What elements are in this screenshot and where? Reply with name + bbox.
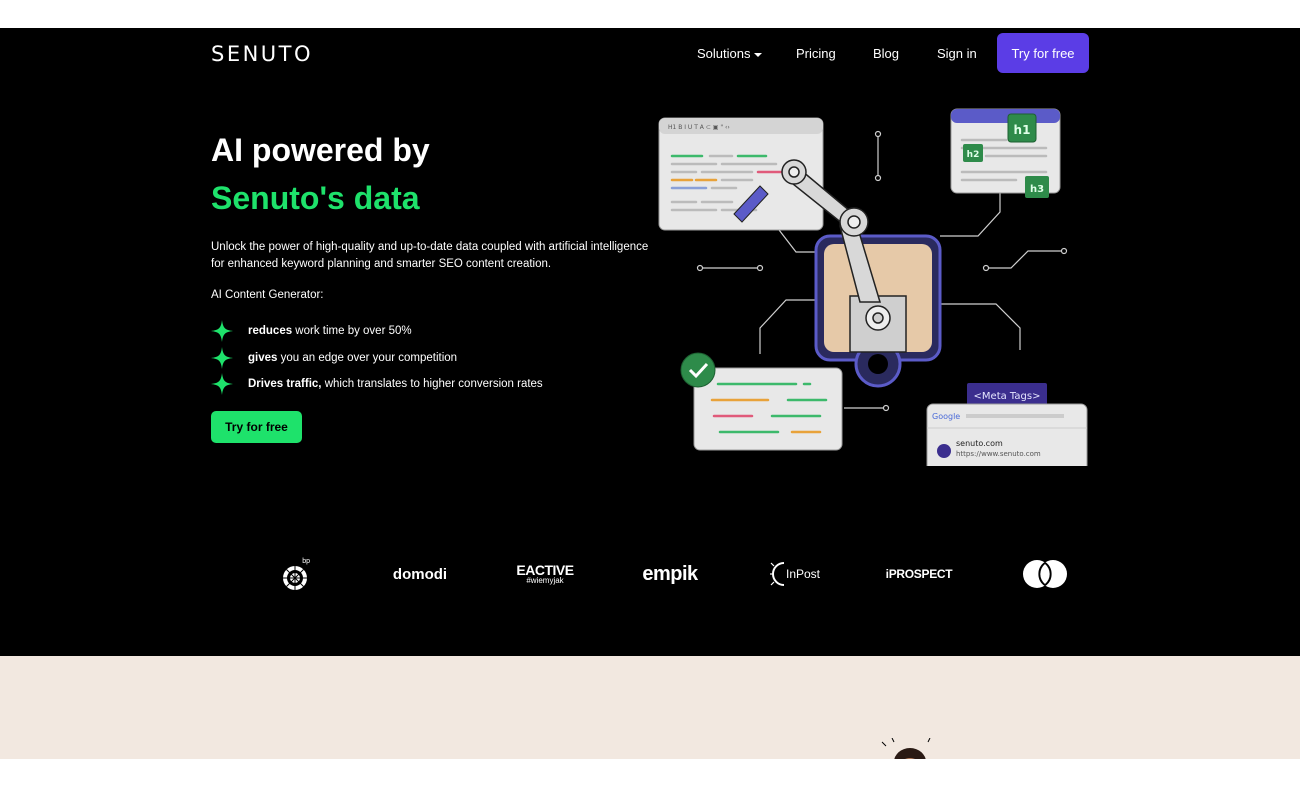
google-label: Google [932, 412, 960, 421]
benefit-text: gives you an edge over your competition [248, 351, 458, 364]
h2-tag: h2 [967, 150, 980, 160]
bp-sunflower-icon [283, 565, 307, 590]
serp-title: senuto.com [956, 439, 1003, 448]
client-logos: bp domodi EACTIVE #wiemyjak empik InPost… [0, 556, 1300, 596]
hero-sublabel: AI Content Generator: [211, 289, 324, 301]
person-photo [881, 738, 931, 759]
next-section-band [0, 656, 1300, 759]
benefit-item: gives you an edge over your competition [211, 345, 543, 372]
sparkle-icon [211, 373, 233, 396]
top-nav: SENUTO Solutions Pricing Blog Sign in Tr… [0, 28, 1300, 80]
nav-try-for-free-button[interactable]: Try for free [997, 33, 1089, 73]
domodi-logo: domodi [392, 565, 448, 583]
inpost-sun-icon [769, 562, 785, 586]
svg-text:H1 B I U T A ⊂ ▣ " ‹›: H1 B I U T A ⊂ ▣ " ‹› [668, 124, 730, 131]
nav-blog[interactable]: Blog [873, 46, 899, 61]
eactive-label: EACTIVE [516, 562, 574, 578]
benefit-item: Drives traffic, which translates to high… [211, 371, 543, 398]
hero-lead-text: Unlock the power of high-quality and up-… [211, 241, 649, 270]
chevron-down-icon [754, 52, 763, 57]
page: SENUTO Solutions Pricing Blog Sign in Tr… [0, 0, 1300, 788]
nav-sign-in[interactable]: Sign in [937, 46, 977, 61]
meta-tags-label: <Meta Tags> [974, 391, 1041, 402]
hero-title-line1: AI powered by [211, 132, 430, 168]
hero-title-line2: Senuto's data [211, 180, 420, 216]
nav-solutions-label: Solutions [697, 46, 751, 61]
benefit-text: Drives traffic, which translates to high… [248, 378, 543, 391]
h1-tag: h1 [1014, 123, 1031, 137]
hero-section: SENUTO Solutions Pricing Blog Sign in Tr… [0, 28, 1300, 656]
bp-label: bp [302, 557, 310, 565]
mastercard-circles-icon [1023, 560, 1067, 588]
hero-try-for-free-button[interactable]: Try for free [211, 411, 302, 443]
sparkle-icon [211, 320, 233, 343]
iprospect-logo: iPROSPECT [885, 567, 953, 581]
sparkle-icon [211, 346, 233, 369]
inpost-label: InPost [785, 567, 821, 581]
benefit-text: reduces work time by over 50% [248, 325, 412, 338]
eactive-tag: #wiemyjak [526, 576, 564, 585]
ai-robot-illustration: H1 B I U T A ⊂ ▣ " ‹› h1 h2 h3 <Meta Tag… [658, 108, 1088, 466]
empik-logo: empik [642, 562, 698, 585]
senuto-logo[interactable]: SENUTO [211, 42, 313, 66]
h3-tag: h3 [1030, 184, 1044, 195]
nav-pricing[interactable]: Pricing [796, 46, 836, 61]
inpost-logo: InPost [766, 556, 824, 592]
benefit-item: reduces work time by over 50% [211, 318, 543, 345]
serp-url: https://www.senuto.com [956, 450, 1041, 458]
bp-logo: bp [280, 556, 310, 592]
mastercard-logo [1018, 556, 1072, 592]
eactive-logo: EACTIVE #wiemyjak [516, 556, 574, 592]
nav-solutions[interactable]: Solutions [697, 46, 763, 61]
benefit-list: reduces work time by over 50% gives you … [211, 318, 543, 398]
